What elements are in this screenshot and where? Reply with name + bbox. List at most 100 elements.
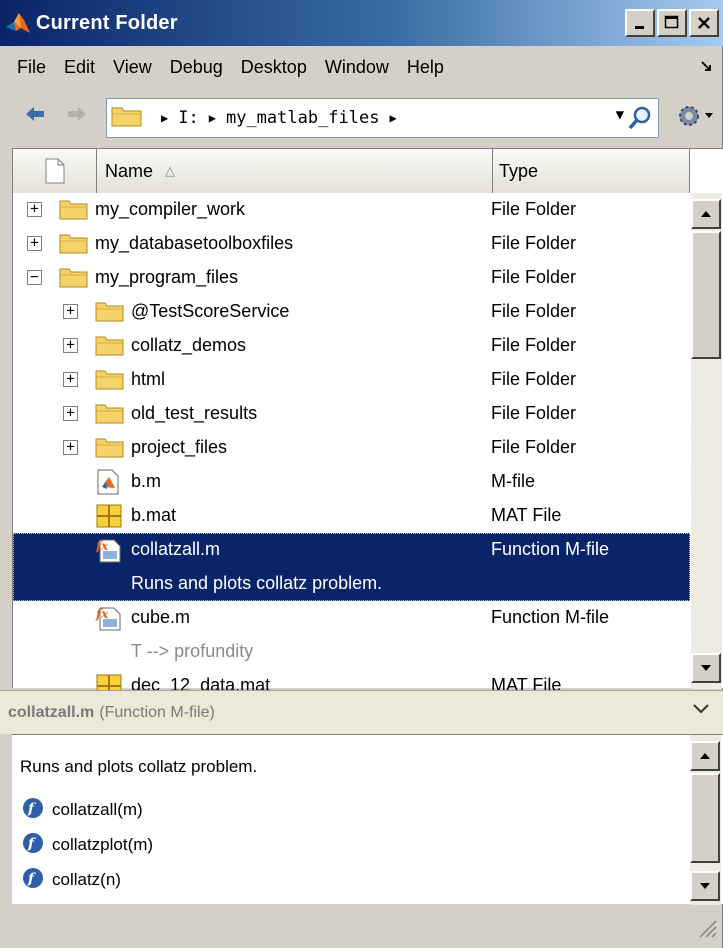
arrow-up-icon: [700, 753, 710, 759]
folder-icon: [59, 265, 89, 291]
file-type: File Folder: [491, 403, 577, 423]
menu-desktop[interactable]: Desktop: [232, 57, 316, 78]
table-row[interactable]: + html File Folder: [13, 363, 690, 397]
forward-arrow-icon[interactable]: [66, 106, 90, 126]
maximize-button[interactable]: [657, 9, 687, 37]
file-name: project_files: [131, 437, 228, 457]
expand-toggle-icon[interactable]: +: [63, 440, 78, 455]
column-header-name[interactable]: Name △: [97, 149, 493, 193]
breadcrumb-folder[interactable]: my_matlab_files: [226, 108, 380, 128]
file-list-scrollbar[interactable]: [691, 193, 722, 689]
close-button[interactable]: [689, 9, 719, 37]
file-type: File Folder: [491, 233, 577, 253]
function-item[interactable]: f collatzall(m): [22, 795, 143, 825]
file-name: html: [131, 369, 166, 389]
svg-text:fx: fx: [95, 539, 109, 553]
search-icon[interactable]: [626, 104, 654, 137]
menu-window[interactable]: Window: [316, 57, 398, 78]
file-rows: + my_compiler_work File Folder + my_database…: [13, 193, 690, 703]
menu-file[interactable]: File: [8, 57, 55, 78]
scroll-down-button[interactable]: [691, 653, 721, 683]
function-mfile-icon: fx: [95, 605, 125, 631]
file-name: my_databasetoolboxfiles: [95, 233, 294, 253]
scroll-up-button[interactable]: [691, 199, 721, 229]
arrow-down-icon: [701, 665, 711, 671]
table-row[interactable]: + @TestScoreService File Folder: [13, 295, 690, 329]
back-arrow-icon[interactable]: [24, 106, 48, 126]
column-header-icon[interactable]: [13, 149, 97, 193]
file-type: File Folder: [491, 301, 577, 321]
file-type: Function M-file: [491, 607, 610, 627]
expand-toggle-icon[interactable]: +: [63, 304, 78, 319]
minimize-button[interactable]: [625, 9, 655, 37]
folder-icon: [95, 401, 125, 427]
details-scroll-down-button[interactable]: [690, 871, 720, 901]
file-name: my_program_files: [95, 267, 239, 287]
scroll-thumb[interactable]: [691, 231, 721, 359]
gear-icon[interactable]: [673, 100, 719, 137]
table-row[interactable]: + collatz_demos File Folder: [13, 329, 690, 363]
resize-grip-icon[interactable]: [696, 917, 718, 944]
expand-toggle-icon[interactable]: +: [63, 372, 78, 387]
expand-toggle-icon[interactable]: +: [27, 236, 42, 251]
undock-arrow-icon[interactable]: [701, 58, 711, 74]
function-icon: f: [22, 797, 44, 824]
window-controls: [623, 9, 719, 37]
table-row[interactable]: + project_files File Folder: [13, 431, 690, 465]
breadcrumb-arrow-icon[interactable]: ▶: [389, 111, 396, 125]
table-row[interactable]: fx collatzall.m Function M-file Runs and pl…: [13, 533, 690, 601]
function-item[interactable]: f collatz(n): [22, 865, 121, 895]
breadcrumb-arrow-icon[interactable]: ▶: [209, 111, 216, 125]
folder-icon: [95, 435, 125, 461]
breadcrumb-drive[interactable]: I:: [178, 108, 198, 128]
folder-icon: [95, 367, 125, 393]
details-scrollbar[interactable]: [690, 735, 721, 905]
matfile-icon: [95, 503, 125, 529]
file-type: File Folder: [491, 199, 577, 219]
arrow-down-icon: [700, 883, 710, 889]
folder-icon: [95, 299, 125, 325]
file-name: my_compiler_work: [95, 199, 246, 219]
details-scroll-up-button[interactable]: [690, 741, 720, 771]
folder-icon: [111, 104, 143, 133]
function-item[interactable]: f collatzplot(m): [22, 830, 153, 860]
table-row[interactable]: + my_databasetoolboxfiles File Folder: [13, 227, 690, 261]
table-row[interactable]: + my_compiler_work File Folder: [13, 193, 690, 227]
menu-view[interactable]: View: [104, 57, 161, 78]
table-row[interactable]: b.m M-file: [13, 465, 690, 499]
expand-toggle-icon[interactable]: +: [27, 202, 42, 217]
menu-edit[interactable]: Edit: [55, 57, 104, 78]
menu-debug[interactable]: Debug: [161, 57, 232, 78]
expand-toggle-icon[interactable]: +: [63, 406, 78, 421]
file-name: b.mat: [131, 505, 177, 525]
file-name: collatzall.m: [131, 539, 221, 559]
address-bar[interactable]: ▶ I: ▶ my_matlab_files ▶ ▼: [106, 98, 659, 138]
folder-icon: [59, 231, 89, 257]
table-row[interactable]: − my_program_files File Folder: [13, 261, 690, 295]
blank-page-icon: [45, 158, 64, 184]
details-scroll-thumb[interactable]: [690, 773, 720, 863]
details-file-type: (Function M-file): [99, 703, 215, 721]
file-name: @TestScoreService: [131, 301, 290, 321]
chevron-down-icon[interactable]: [693, 699, 709, 720]
minimize-icon: [635, 26, 644, 29]
matlab-logo-icon: [0, 0, 36, 46]
expand-toggle-icon[interactable]: +: [63, 338, 78, 353]
address-toolbar: ▶ I: ▶ my_matlab_files ▶ ▼: [0, 88, 723, 144]
title-bar[interactable]: Current Folder: [0, 0, 723, 46]
table-row[interactable]: b.mat MAT File: [13, 499, 690, 533]
menu-help[interactable]: Help: [398, 57, 453, 78]
file-type: File Folder: [491, 369, 577, 389]
arrow-up-icon: [701, 211, 711, 217]
details-header[interactable]: collatzall.m (Function M-file): [0, 690, 723, 734]
maximize-icon: [664, 15, 679, 29]
current-folder-window: Current Folder File Edit View Debug Desk…: [0, 0, 723, 948]
column-header-name-label: Name: [105, 160, 154, 181]
address-dropdown-icon[interactable]: ▼: [616, 107, 624, 123]
collapse-toggle-icon[interactable]: −: [27, 270, 42, 285]
table-row[interactable]: fx cube.m Function M-file T --> profundity: [13, 601, 690, 669]
table-row[interactable]: + old_test_results File Folder: [13, 397, 690, 431]
window-title: Current Folder: [36, 11, 178, 34]
column-header-type[interactable]: Type: [493, 149, 690, 193]
breadcrumb-arrow-icon[interactable]: ▶: [161, 111, 168, 125]
